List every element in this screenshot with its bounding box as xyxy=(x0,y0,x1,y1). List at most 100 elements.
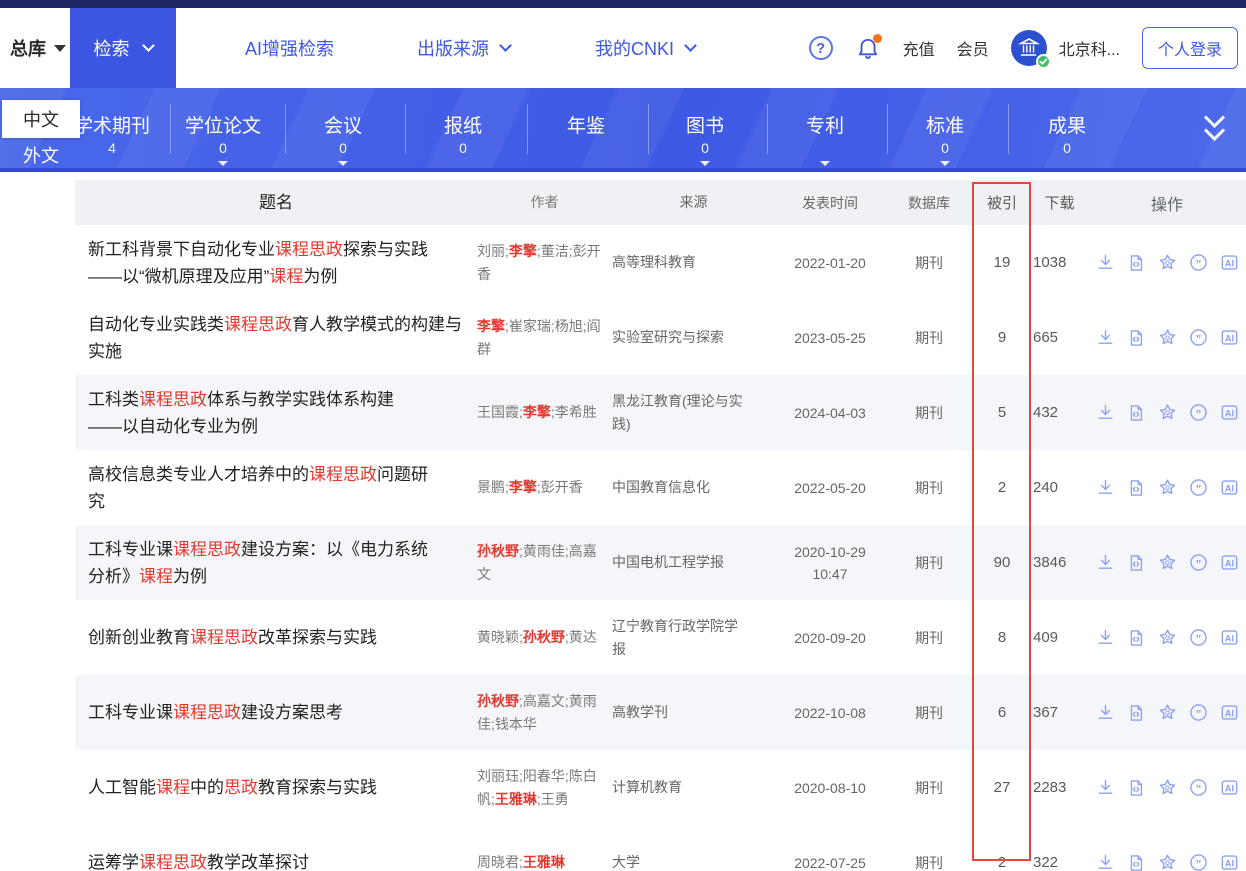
download-icon[interactable] xyxy=(1094,402,1116,424)
cited-count[interactable]: 5 xyxy=(973,404,1031,421)
favorite-icon[interactable] xyxy=(1156,627,1178,649)
ai-icon[interactable]: AI xyxy=(1218,852,1240,871)
cited-count[interactable]: 6 xyxy=(973,704,1031,721)
authors-cell[interactable]: 周晓君;王雅琳 xyxy=(477,851,612,871)
cited-count[interactable]: 90 xyxy=(973,554,1031,571)
favorite-icon[interactable] xyxy=(1156,852,1178,871)
resource-tab-3[interactable]: 会议 0 xyxy=(283,88,403,168)
cite-icon[interactable]: ” xyxy=(1187,852,1209,871)
download-icon[interactable] xyxy=(1094,252,1116,274)
authors-cell[interactable]: 黄晓颖;孙秋野;黄达 xyxy=(477,626,612,649)
cited-count[interactable]: 2 xyxy=(973,479,1031,496)
ai-icon[interactable]: AI xyxy=(1218,552,1240,574)
database-selector[interactable]: 总库 xyxy=(10,8,66,88)
cited-count[interactable]: 19 xyxy=(973,254,1031,271)
result-title-link[interactable]: 高校信息类专业人才培养中的课程思政问题研究 xyxy=(75,461,477,515)
resource-tab-9[interactable]: 成果 0 xyxy=(1007,88,1127,168)
download-icon[interactable] xyxy=(1094,702,1116,724)
authors-cell[interactable]: 孙秋野;高嘉文;黄雨佳;钱本华 xyxy=(477,690,612,736)
ai-icon[interactable]: AI xyxy=(1218,477,1240,499)
result-title-link[interactable]: 创新创业教育课程思政改革探索与实践 xyxy=(75,624,477,651)
cited-count[interactable]: 2 xyxy=(973,854,1031,871)
html-read-icon[interactable] xyxy=(1125,552,1147,574)
cite-icon[interactable]: ” xyxy=(1187,552,1209,574)
html-read-icon[interactable] xyxy=(1125,252,1147,274)
cite-icon[interactable]: ” xyxy=(1187,477,1209,499)
nav-ai-enhanced-search[interactable]: AI增强检索 xyxy=(245,8,334,88)
institution-avatar[interactable] xyxy=(1010,30,1051,69)
favorite-icon[interactable] xyxy=(1156,402,1178,424)
resource-tab-6[interactable]: 图书 0 xyxy=(645,88,765,168)
cite-icon[interactable]: ” xyxy=(1187,777,1209,799)
resource-tab-5[interactable]: 年鉴 xyxy=(526,88,646,168)
source-journal[interactable]: 高等理科教育 xyxy=(612,251,775,274)
authors-cell[interactable]: 孙秋野;黄雨佳;高嘉文 xyxy=(477,540,612,586)
source-journal[interactable]: 中国教育信息化 xyxy=(612,476,775,499)
result-title-link[interactable]: 人工智能课程中的思政教育探索与实践 xyxy=(75,774,477,801)
result-title-link[interactable]: 运筹学课程思政教学改革探讨 xyxy=(75,849,477,871)
html-read-icon[interactable] xyxy=(1125,702,1147,724)
download-count[interactable]: 1038 xyxy=(1031,254,1088,271)
ai-icon[interactable]: AI xyxy=(1218,627,1240,649)
nav-publication-source[interactable]: 出版来源 xyxy=(417,8,512,88)
result-title-link[interactable]: 自动化专业实践类课程思政育人教学模式的构建与实施 xyxy=(75,311,477,365)
html-read-icon[interactable] xyxy=(1125,777,1147,799)
expand-more-icon[interactable] xyxy=(1198,106,1234,150)
member-link[interactable]: 会员 xyxy=(957,36,989,60)
download-count[interactable]: 432 xyxy=(1031,404,1088,421)
cited-count[interactable]: 8 xyxy=(973,629,1031,646)
html-read-icon[interactable] xyxy=(1125,402,1147,424)
ai-icon[interactable]: AI xyxy=(1218,327,1240,349)
ai-icon[interactable]: AI xyxy=(1218,252,1240,274)
download-count[interactable]: 665 xyxy=(1031,329,1088,346)
download-count[interactable]: 322 xyxy=(1031,854,1088,871)
download-icon[interactable] xyxy=(1094,552,1116,574)
source-journal[interactable]: 大学 xyxy=(612,851,775,871)
authors-cell[interactable]: 王国霞;李擎;李希胜 xyxy=(477,401,612,424)
ai-icon[interactable]: AI xyxy=(1218,702,1240,724)
download-count[interactable]: 367 xyxy=(1031,704,1088,721)
favorite-icon[interactable] xyxy=(1156,477,1178,499)
cite-icon[interactable]: ” xyxy=(1187,252,1209,274)
resource-tab-8[interactable]: 标准 0 xyxy=(885,88,1005,168)
favorite-icon[interactable] xyxy=(1156,777,1178,799)
source-journal[interactable]: 计算机教育 xyxy=(612,776,775,799)
source-journal[interactable]: 实验室研究与探索 xyxy=(612,326,775,349)
download-count[interactable]: 3846 xyxy=(1031,554,1088,571)
download-count[interactable]: 240 xyxy=(1031,479,1088,496)
download-count[interactable]: 2283 xyxy=(1031,779,1088,796)
download-icon[interactable] xyxy=(1094,627,1116,649)
tab-search-active[interactable]: 检索 xyxy=(70,8,176,88)
source-journal[interactable]: 中国电机工程学报 xyxy=(612,551,775,574)
download-icon[interactable] xyxy=(1094,777,1116,799)
source-journal[interactable]: 黑龙江教育(理论与实践) xyxy=(612,390,775,436)
favorite-icon[interactable] xyxy=(1156,552,1178,574)
download-count[interactable]: 409 xyxy=(1031,629,1088,646)
notification-bell-icon[interactable] xyxy=(855,34,882,61)
cited-count[interactable]: 9 xyxy=(973,329,1031,346)
cite-icon[interactable]: ” xyxy=(1187,327,1209,349)
ai-icon[interactable]: AI xyxy=(1218,777,1240,799)
cited-count[interactable]: 27 xyxy=(973,779,1031,796)
html-read-icon[interactable] xyxy=(1125,477,1147,499)
html-read-icon[interactable] xyxy=(1125,627,1147,649)
help-icon[interactable]: ? xyxy=(808,36,833,60)
download-icon[interactable] xyxy=(1094,477,1116,499)
authors-cell[interactable]: 刘丽;李擎;董洁;彭开香 xyxy=(477,240,612,286)
favorite-icon[interactable] xyxy=(1156,702,1178,724)
authors-cell[interactable]: 景鹏;李擎;彭开香 xyxy=(477,476,612,499)
lang-tab-foreign[interactable]: 外文 xyxy=(2,138,80,172)
result-title-link[interactable]: 工科专业课课程思政建设方案：以《电力系统 分析》课程为例 xyxy=(75,536,477,590)
authors-cell[interactable]: 刘丽珏;阳春华;陈白帆;王雅琳;王勇 xyxy=(477,765,612,811)
cite-icon[interactable]: ” xyxy=(1187,702,1209,724)
org-name[interactable]: 北京科... xyxy=(1059,36,1120,60)
cite-icon[interactable]: ” xyxy=(1187,627,1209,649)
favorite-icon[interactable] xyxy=(1156,252,1178,274)
authors-cell[interactable]: 李擎;崔家瑞;杨旭;阎群 xyxy=(477,315,612,361)
source-journal[interactable]: 辽宁教育行政学院学报 xyxy=(612,615,775,661)
nav-my-cnki[interactable]: 我的CNKI xyxy=(595,8,697,88)
resource-tab-7[interactable]: 专利 xyxy=(765,88,885,168)
download-icon[interactable] xyxy=(1094,852,1116,871)
favorite-icon[interactable] xyxy=(1156,327,1178,349)
result-title-link[interactable]: 新工科背景下自动化专业课程思政探索与实践 ——以“微机原理及应用”课程为例 xyxy=(75,236,477,290)
